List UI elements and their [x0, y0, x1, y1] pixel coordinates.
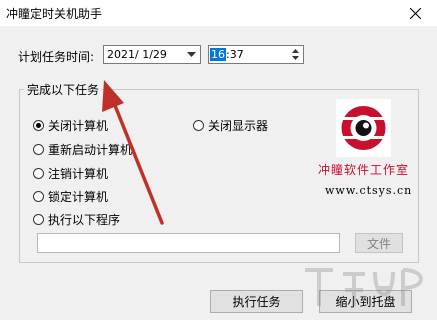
radio-label: 关闭显示器	[208, 119, 269, 133]
execute-task-button[interactable]: 执行任务	[210, 290, 303, 313]
time-picker[interactable]: 16:37	[208, 45, 304, 64]
radio-dot-icon	[33, 144, 44, 155]
radio-dot-icon	[193, 120, 204, 131]
radio-label: 执行以下程序	[48, 213, 121, 227]
spin-up-icon[interactable]	[288, 47, 302, 54]
watermark-logo-icon	[305, 268, 423, 306]
radio-dot-icon	[33, 120, 44, 131]
task-group-title: 完成以下任务	[24, 81, 103, 98]
time-spinner[interactable]	[288, 47, 302, 62]
file-browse-button[interactable]: 文件	[355, 233, 403, 253]
time-minutes: :37	[226, 48, 244, 61]
radio-dot-icon	[33, 168, 44, 179]
radio-shutdown[interactable]: 关闭计算机	[33, 117, 108, 134]
chevron-down-icon[interactable]	[184, 47, 199, 62]
app-window: 冲瞳定时关机助手 计划任务时间: 2021/ 1/29 16:37 完成以下任务…	[0, 0, 437, 320]
close-icon	[409, 7, 421, 19]
time-hour-selected[interactable]: 16	[210, 48, 226, 61]
radio-dot-icon	[33, 191, 44, 202]
studio-name: 冲瞳软件工作室	[318, 163, 410, 177]
radio-label: 注销计算机	[48, 167, 109, 181]
spin-down-icon[interactable]	[288, 54, 302, 61]
date-value: 2021/ 1/29	[107, 48, 167, 61]
close-button[interactable]	[393, 0, 437, 26]
radio-monitor-off[interactable]: 关闭显示器	[193, 117, 268, 134]
title-bar: 冲瞳定时关机助手	[0, 0, 437, 26]
schedule-time-label: 计划任务时间:	[18, 50, 95, 64]
studio-url: www.ctsys.cn	[325, 184, 413, 197]
radio-dot-icon	[33, 214, 44, 225]
radio-run-program[interactable]: 执行以下程序	[33, 211, 120, 228]
date-picker[interactable]: 2021/ 1/29	[103, 45, 201, 64]
ctsys-logo-icon	[336, 99, 391, 157]
radio-restart[interactable]: 重新启动计算机	[33, 141, 132, 158]
radio-label: 关闭计算机	[48, 119, 109, 133]
window-title: 冲瞳定时关机助手	[6, 7, 103, 21]
program-path-input[interactable]	[37, 233, 340, 253]
radio-label: 锁定计算机	[48, 190, 109, 204]
radio-lock[interactable]: 锁定计算机	[33, 188, 108, 205]
radio-logoff[interactable]: 注销计算机	[33, 165, 108, 182]
radio-label: 重新启动计算机	[48, 143, 133, 157]
